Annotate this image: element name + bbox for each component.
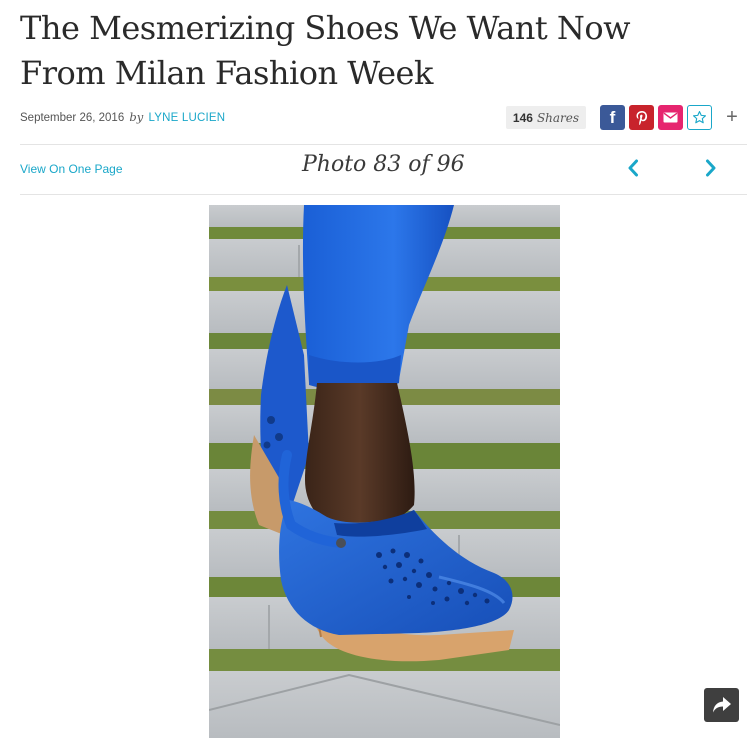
article-meta: September 26, 2016 by LYNE LUCIEN <box>20 110 225 124</box>
pinterest-icon <box>636 110 647 125</box>
share-count-badge: 146 Shares <box>506 106 586 129</box>
share-arrow-icon <box>712 697 731 713</box>
ankle <box>305 383 415 529</box>
share-count: 146 <box>512 110 533 125</box>
envelope-icon <box>663 112 678 123</box>
facebook-icon: f <box>609 107 616 127</box>
email-share-button[interactable] <box>658 105 683 130</box>
gallery-photo <box>209 205 560 738</box>
pinterest-share-button[interactable] <box>629 105 654 130</box>
floating-share-button[interactable] <box>704 688 739 722</box>
divider-bottom <box>20 194 747 195</box>
share-count-label: Shares <box>536 110 580 125</box>
view-on-one-page-link[interactable]: View On One Page <box>20 162 123 176</box>
byline-by: by <box>129 110 144 124</box>
star-icon <box>693 111 706 124</box>
article-title: The Mesmerizing Shoes We Want Now From M… <box>20 9 631 92</box>
divider-top <box>20 144 747 145</box>
shoe-photo-illustration <box>209 205 560 738</box>
previous-photo-button[interactable] <box>623 156 643 180</box>
next-photo-button[interactable] <box>701 156 721 180</box>
publish-date: September 26, 2016 <box>20 112 125 124</box>
facebook-share-button[interactable]: f <box>600 105 625 130</box>
photo-counter: Photo 83 of 96 <box>302 152 465 177</box>
favorite-button[interactable] <box>687 105 712 130</box>
author-link[interactable]: LYNE LUCIEN <box>148 112 225 124</box>
chevron-left-icon <box>628 159 638 177</box>
chevron-right-icon <box>706 159 716 177</box>
more-share-options-button[interactable]: + <box>723 107 741 127</box>
